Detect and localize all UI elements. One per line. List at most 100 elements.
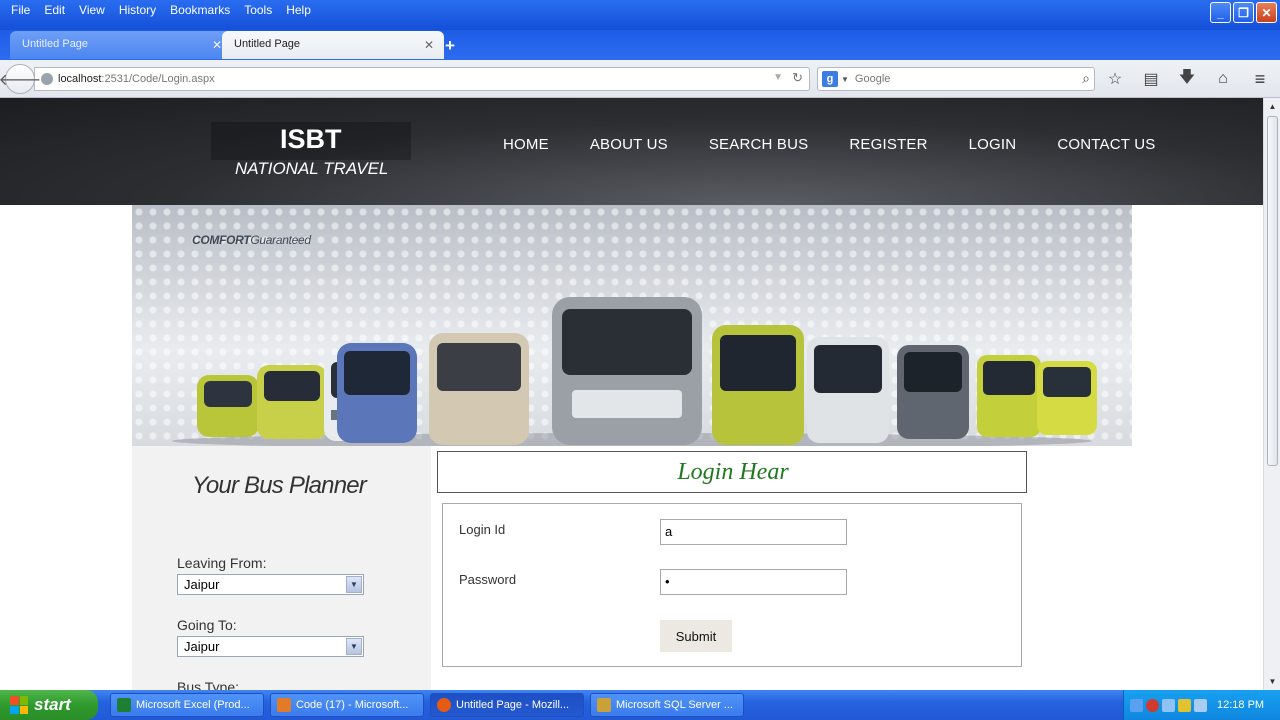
windows-flag-icon <box>10 696 28 714</box>
new-tab-plus-icon[interactable]: + <box>445 36 455 56</box>
tray-network-icon[interactable] <box>1162 698 1175 712</box>
scroll-down-icon[interactable]: ▼ <box>1266 675 1279 688</box>
tray-chevron-icon[interactable] <box>1130 698 1143 712</box>
page-scrollbar[interactable]: ▲ ▼ <box>1263 98 1280 690</box>
menu-history[interactable]: History <box>112 0 163 22</box>
logo-title[interactable]: ISBT <box>280 124 342 155</box>
bus-shape <box>1037 361 1097 435</box>
chevron-down-icon[interactable]: ▼ <box>346 576 362 593</box>
reload-icon[interactable]: ↻ <box>792 70 803 86</box>
nav-home[interactable]: HOME <box>503 136 549 153</box>
nav-about-us[interactable]: ABOUT US <box>590 136 668 153</box>
menu-bookmarks[interactable]: Bookmarks <box>163 0 237 22</box>
download-icon[interactable]: 🡇 <box>1176 68 1198 90</box>
taskbar-item-label: Untitled Page - Mozill... <box>456 699 570 711</box>
nav-search-bus[interactable]: SEARCH BUS <box>709 136 809 153</box>
chevron-down-icon[interactable]: ▼ <box>346 638 362 655</box>
close-window-button[interactable]: ✕ <box>1256 2 1277 23</box>
password-input[interactable]: • <box>660 569 847 595</box>
submit-button[interactable]: Submit <box>660 620 732 652</box>
bus-shape <box>807 337 889 443</box>
search-icon[interactable]: ⌕ <box>1082 70 1090 87</box>
login-heading-box: Login Hear <box>437 451 1027 493</box>
buses-illustration <box>172 297 1097 446</box>
scroll-up-icon[interactable]: ▲ <box>1266 100 1279 113</box>
url-bar[interactable]: localhost:2531/Code/Login.aspx ▼ ↻ <box>34 67 810 91</box>
navigation-toolbar: localhost:2531/Code/Login.aspx ▼ ↻ 🡐 g ▼… <box>0 60 1280 98</box>
start-button[interactable]: start <box>0 690 98 720</box>
home-icon[interactable]: ⌂ <box>1212 68 1234 90</box>
tray-antivirus-icon[interactable] <box>1146 698 1159 712</box>
window-titlebar: File Edit View History Bookmarks Tools H… <box>0 0 1280 30</box>
excel-icon <box>117 698 131 712</box>
leaving-from-value: Jaipur <box>184 577 220 592</box>
tab-close-icon[interactable]: ✕ <box>424 38 434 59</box>
taskbar-item-visual-studio[interactable]: Code (17) - Microsoft... <box>270 693 424 717</box>
start-label: start <box>34 695 71 714</box>
search-bar[interactable]: g ▼ Google ⌕ <box>817 67 1095 91</box>
menu-view[interactable]: View <box>72 0 112 22</box>
sql-server-icon <box>597 698 611 712</box>
login-form: Login Id a Password • Submit <box>442 503 1022 667</box>
restore-button[interactable]: ❐ <box>1233 2 1254 23</box>
leaving-from-label: Leaving From: <box>177 555 267 571</box>
going-to-value: Jaipur <box>184 639 220 654</box>
back-arrow-icon: 🡐 <box>0 71 42 89</box>
menu-tools[interactable]: Tools <box>237 0 279 22</box>
bookmark-star-icon[interactable]: ☆ <box>1104 68 1126 90</box>
tray-k-icon[interactable] <box>1178 698 1191 712</box>
toolbar-icons: ☆ ▤ 🡇 ⌂ <box>1104 68 1234 90</box>
bus-shape <box>897 345 969 439</box>
taskbar-item-excel[interactable]: Microsoft Excel (Prod... <box>110 693 264 717</box>
site-nav: HOME ABOUT US SEARCH BUS REGISTER LOGIN … <box>503 136 1155 153</box>
nav-login[interactable]: LOGIN <box>969 136 1017 153</box>
taskbar-item-sql-server[interactable]: Microsoft SQL Server ... <box>590 693 744 717</box>
window-controls: _ ❐ ✕ <box>1210 2 1277 23</box>
tab-title: Untitled Page <box>22 38 89 50</box>
url-path: :2531/Code/Login.aspx <box>101 73 215 85</box>
bookmarks-list-icon[interactable]: ▤ <box>1140 68 1162 90</box>
login-id-input[interactable]: a <box>660 519 847 545</box>
nav-contact-us[interactable]: CONTACT US <box>1057 136 1155 153</box>
logo-subtitle: NATIONAL TRAVEL <box>235 159 389 178</box>
menu-help[interactable]: Help <box>279 0 318 22</box>
tab-title: Untitled Page <box>234 38 301 50</box>
search-placeholder: Google <box>854 73 891 85</box>
minimize-button[interactable]: _ <box>1210 2 1231 23</box>
menu-edit[interactable]: Edit <box>37 0 72 22</box>
bus-shape <box>429 333 529 445</box>
tray-volume-icon[interactable] <box>1194 698 1207 712</box>
login-id-label: Login Id <box>459 522 506 537</box>
tab-untitled-1[interactable]: Untitled Page ✕ <box>10 31 232 59</box>
taskbar-item-firefox[interactable]: Untitled Page - Mozill... <box>430 693 584 717</box>
chevron-down-icon[interactable]: ▼ <box>841 75 849 84</box>
site-header: ISBT NATIONAL TRAVEL HOME ABOUT US SEARC… <box>0 98 1263 205</box>
taskbar-item-label: Microsoft SQL Server ... <box>616 699 733 711</box>
windows-taskbar: start Microsoft Excel (Prod... Code (17)… <box>0 690 1280 720</box>
back-button[interactable]: 🡐 <box>0 64 41 94</box>
dropdown-arrow-icon[interactable]: ▼ <box>773 72 783 83</box>
bus-banner-image: COMFORTGuaranteed <box>132 205 1132 446</box>
bus-shape <box>337 343 417 443</box>
nav-register[interactable]: REGISTER <box>849 136 927 153</box>
web-page: ISBT NATIONAL TRAVEL HOME ABOUT US SEARC… <box>0 98 1263 690</box>
tab-strip: Untitled Page ✕ Untitled Page ✕ + <box>0 30 1280 60</box>
scrollbar-thumb[interactable] <box>1267 116 1278 466</box>
tab-untitled-2[interactable]: Untitled Page ✕ <box>222 31 444 59</box>
tab-close-icon[interactable]: ✕ <box>212 38 222 59</box>
hamburger-menu-icon[interactable]: ≡ <box>1249 68 1271 90</box>
taskbar-item-label: Code (17) - Microsoft... <box>296 699 409 711</box>
taskbar-item-label: Microsoft Excel (Prod... <box>136 699 250 711</box>
firefox-icon <box>437 698 451 712</box>
bus-shape <box>977 355 1041 437</box>
leaving-from-select[interactable]: Jaipur ▼ <box>177 574 364 595</box>
globe-icon <box>41 73 53 85</box>
bus-shape <box>712 325 804 445</box>
login-heading: Login Hear <box>677 459 789 485</box>
planner-title: Your Bus Planner <box>192 472 367 499</box>
menu-file[interactable]: File <box>4 0 37 22</box>
clock[interactable]: 12:18 PM <box>1217 699 1264 711</box>
going-to-select[interactable]: Jaipur ▼ <box>177 636 364 657</box>
bus-planner-panel: Your Bus Planner Leaving From: Jaipur ▼ … <box>132 446 431 690</box>
google-icon[interactable]: g <box>822 71 838 87</box>
